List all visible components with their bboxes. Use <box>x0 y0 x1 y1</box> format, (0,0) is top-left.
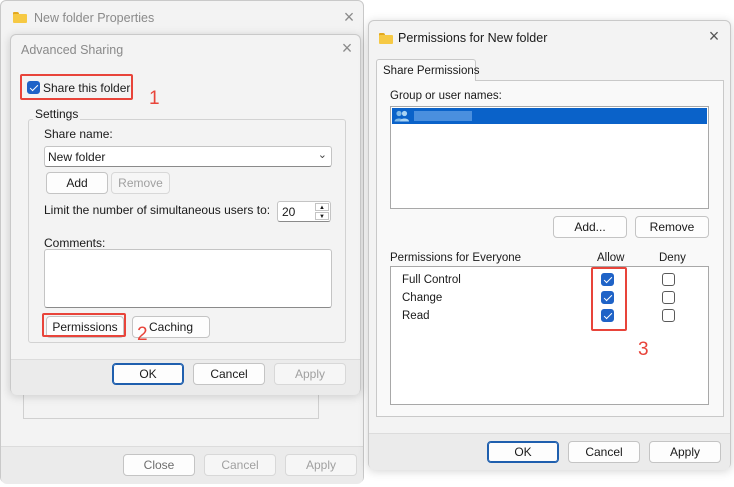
group-names-label: Group or user names: <box>390 90 502 102</box>
perm-cancel-button[interactable]: Cancel <box>568 441 640 463</box>
perm-ok-button[interactable]: OK <box>487 441 559 463</box>
permissions-title: Permissions for New folder <box>398 31 548 45</box>
spin-up-icon[interactable]: ▲ <box>315 203 329 211</box>
properties-titlebar: New folder Properties × <box>1 1 363 35</box>
permissions-titlebar: Permissions for New folder × <box>369 21 730 55</box>
perm-apply-button[interactable]: Apply <box>649 441 721 463</box>
advanced-sharing-titlebar: Advanced Sharing × <box>11 35 360 69</box>
annotation-number-1: 1 <box>149 88 160 109</box>
comments-label: Comments: <box>44 236 106 250</box>
permissions-list: Full Control Change Read <box>390 266 709 405</box>
advanced-apply-button[interactable]: Apply <box>274 363 346 385</box>
properties-apply-button[interactable]: Apply <box>285 454 357 476</box>
perm-remove-button[interactable]: Remove <box>635 216 709 238</box>
chevron-down-icon: ⌄ <box>317 149 327 161</box>
perm-name-full-control: Full Control <box>402 274 461 286</box>
users-icon <box>394 110 410 122</box>
properties-content-frame <box>23 393 319 419</box>
properties-title: New folder Properties <box>34 11 155 25</box>
settings-group-label: Settings <box>33 107 81 121</box>
user-limit-value: 20 <box>282 205 296 219</box>
perm-add-button[interactable]: Add... <box>553 216 627 238</box>
close-icon[interactable]: × <box>337 39 357 59</box>
annotation-number-2: 2 <box>137 324 148 345</box>
deny-read-checkbox[interactable] <box>662 309 675 322</box>
annotation-box-allow-column <box>591 267 627 331</box>
perm-name-read: Read <box>402 310 430 322</box>
properties-close-button[interactable]: Close <box>123 454 195 476</box>
permissions-dialog: Permissions for New folder × Share Permi… <box>368 20 731 470</box>
folder-icon <box>379 33 393 44</box>
close-icon[interactable]: × <box>704 27 724 47</box>
user-limit-spinner[interactable]: 20 ▲ ▼ <box>277 201 331 222</box>
share-add-button[interactable]: Add <box>46 172 108 194</box>
deny-change-checkbox[interactable] <box>662 291 675 304</box>
user-limit-label: Limit the number of simultaneous users t… <box>44 203 271 217</box>
permissions-for-label: Permissions for Everyone <box>390 252 522 264</box>
redacted-username <box>414 111 472 121</box>
advanced-sharing-title: Advanced Sharing <box>21 43 124 57</box>
annotation-number-3: 3 <box>638 339 649 360</box>
annotation-box-permissions <box>42 313 126 337</box>
share-name-label: Share name: <box>44 127 113 141</box>
deny-header: Deny <box>659 252 686 264</box>
advanced-ok-button[interactable]: OK <box>112 363 184 385</box>
spin-down-icon[interactable]: ▼ <box>315 212 329 220</box>
comments-textarea[interactable] <box>44 249 332 308</box>
close-icon[interactable]: × <box>339 8 359 28</box>
share-name-select[interactable]: New folder ⌄ <box>44 146 332 167</box>
allow-header: Allow <box>597 252 625 264</box>
group-names-list[interactable] <box>390 106 709 209</box>
share-name-value: New folder <box>48 150 106 164</box>
properties-cancel-button[interactable]: Cancel <box>204 454 276 476</box>
annotation-box-share-folder <box>20 74 133 100</box>
perm-name-change: Change <box>402 292 443 304</box>
folder-icon <box>13 12 27 23</box>
share-remove-button[interactable]: Remove <box>111 172 170 194</box>
tab-share-permissions[interactable]: Share Permissions <box>376 59 480 81</box>
advanced-cancel-button[interactable]: Cancel <box>193 363 265 385</box>
list-item-selected[interactable] <box>392 108 707 124</box>
tab-share-permissions-label: Share Permissions <box>383 65 480 77</box>
deny-full-control-checkbox[interactable] <box>662 273 675 286</box>
